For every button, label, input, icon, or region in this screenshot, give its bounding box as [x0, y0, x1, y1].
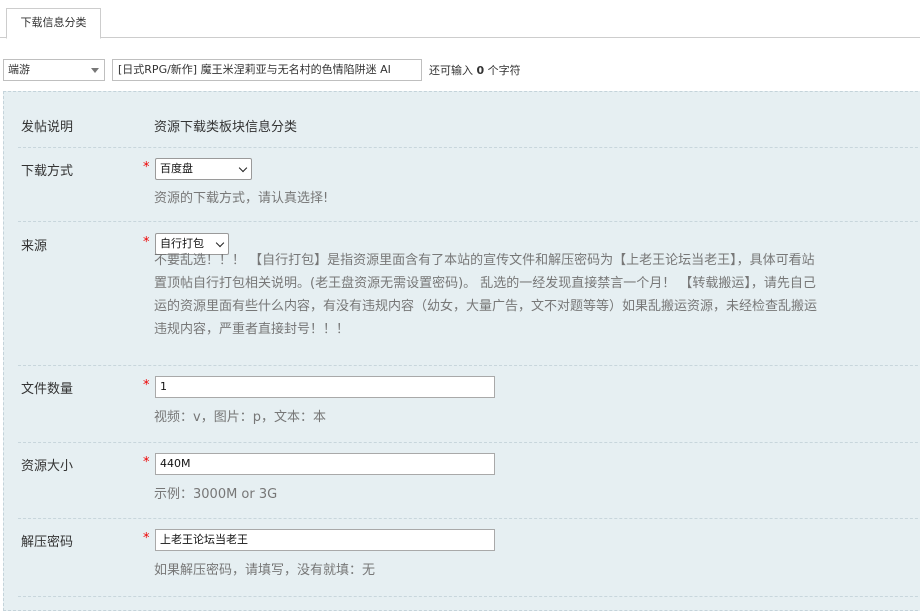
form-panel: 发帖说明 资源下载类板块信息分类 下载方式 * 百度盘 资源的下载方式，请认真选…	[3, 91, 920, 611]
char-count-hint: 还可输入 0 个字符	[429, 62, 521, 78]
subject-row: 端游 [日式RPG/新作] 魔王米涅莉亚与无名村的色情陷阱迷 AI 还可输入 0…	[0, 59, 920, 81]
download-method-value: 百度盘	[160, 162, 193, 175]
required-mark: *	[143, 235, 150, 250]
type-select[interactable]: 端游	[3, 59, 105, 81]
required-mark: *	[143, 531, 150, 546]
resource-size-input[interactable]: 440M	[155, 453, 495, 475]
resource-size-hint: 示例：3000M or 3G	[154, 487, 278, 502]
tab-download-info[interactable]: 下载信息分类	[6, 8, 101, 39]
download-method-hint: 资源的下载方式，请认真选择!	[154, 191, 329, 206]
row-label: 发帖说明	[21, 120, 74, 135]
source-description: 不要乱选！！！ 【自行打包】是指资源里面含有了本站的宣传文件和解压密码为【上老王…	[154, 249, 920, 341]
post-note-text: 资源下载类板块信息分类	[154, 120, 298, 135]
file-count-input[interactable]: 1	[155, 376, 495, 398]
form-row-file-count: 文件数量 * 1 视频：v，图片：p，文本：本	[18, 365, 920, 443]
tab-bar: 下载信息分类	[0, 0, 920, 39]
char-hint-suffix: 个字符	[487, 64, 521, 77]
source-description-line: 不要乱选！！！ 【自行打包】是指资源里面含有了本站的宣传文件和解压密码为【上老王…	[154, 253, 815, 268]
source-description-line: 违规内容，严重者直接封号！！！	[154, 322, 350, 337]
unzip-password-hint: 如果解压密码，请填写，没有就填：无	[154, 563, 376, 578]
form-row-post-note: 发帖说明 资源下载类板块信息分类	[18, 92, 920, 148]
required-mark: *	[143, 160, 150, 175]
unzip-password-input[interactable]: 上老王论坛当老王	[155, 529, 495, 551]
subject-title-input[interactable]: [日式RPG/新作] 魔王米涅莉亚与无名村的色情陷阱迷 AI	[112, 59, 422, 81]
row-label: 文件数量	[21, 382, 74, 397]
row-label: 下载方式	[21, 164, 74, 179]
form-row-source: 来源 * 自行打包 不要乱选！！！ 【自行打包】是指资源里面含有了本站的宣传文件…	[18, 221, 920, 366]
form-row-download-method: 下载方式 * 百度盘 资源的下载方式，请认真选择!	[18, 147, 920, 222]
char-hint-count: 0	[476, 64, 485, 77]
source-description-line: 运的资源里面有些什么内容，有没有违规内容（幼女，大量广告，文不对题等等）如果乱搬…	[154, 299, 818, 314]
file-count-hint: 视频：v，图片：p，文本：本	[154, 410, 326, 425]
row-label: 来源	[21, 239, 48, 254]
required-mark: *	[143, 455, 150, 470]
row-label: 资源大小	[21, 459, 74, 474]
form-row-resource-size: 资源大小 * 440M 示例：3000M or 3G	[18, 442, 920, 519]
row-label: 解压密码	[21, 535, 74, 550]
download-method-select[interactable]: 百度盘	[155, 158, 252, 180]
chevron-down-icon	[238, 163, 248, 173]
chevron-down-icon	[91, 68, 99, 73]
type-select-value: 端游	[8, 63, 30, 76]
required-mark: *	[143, 378, 150, 393]
form-row-unzip-password: 解压密码 * 上老王论坛当老王 如果解压密码，请填写，没有就填：无	[18, 518, 920, 597]
chevron-down-icon	[215, 238, 225, 248]
source-description-line: 置顶帖自行打包相关说明。(老王盘资源无需设置密码)。 乱选的一经发现直接禁言一个…	[154, 276, 816, 291]
char-hint-prefix: 还可输入	[429, 64, 473, 77]
